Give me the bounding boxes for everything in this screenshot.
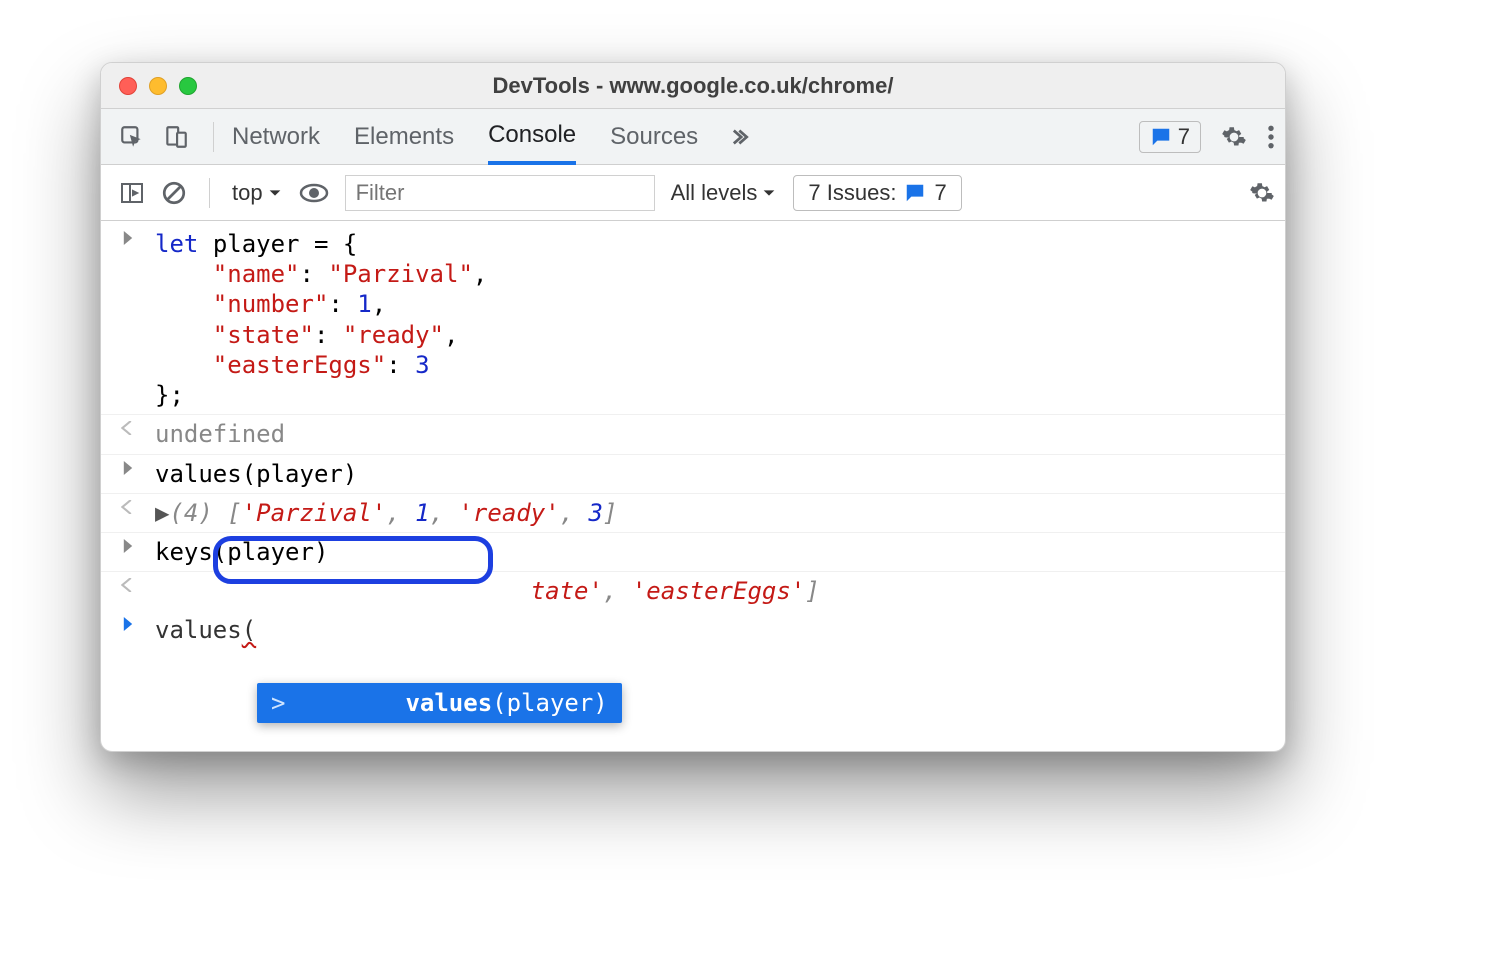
inspect-icon[interactable] — [119, 124, 145, 150]
levels-selector[interactable]: All levels — [671, 180, 778, 206]
values-call: values(player) — [155, 459, 1285, 489]
console-input-row: keys(player) — [101, 533, 1285, 572]
context-selector[interactable]: top — [232, 180, 283, 206]
keys-result[interactable]: ▶(4) ['name', 'number', 'state', 'easter… — [155, 576, 1285, 606]
console-body[interactable]: let player = { "name": "Parzival", "numb… — [101, 221, 1285, 649]
chevron-left-icon — [121, 419, 155, 449]
device-toggle-icon[interactable] — [163, 124, 189, 150]
console-output-row: undefined — [101, 415, 1285, 454]
chevron-left-icon — [121, 498, 155, 528]
window-title: DevTools - www.google.co.uk/chrome/ — [101, 73, 1285, 99]
console-output-row: ▶(4) ['Parzival', 1, 'ready', 3] — [101, 494, 1285, 533]
chevron-left-icon — [121, 576, 155, 606]
minimize-window[interactable] — [149, 77, 167, 95]
messages-badge[interactable]: 7 — [1139, 121, 1201, 153]
console-toolbar: top All levels 7 Issues: 7 — [101, 165, 1285, 221]
chevron-right-icon — [121, 537, 155, 567]
tabs: Network Elements Console Sources — [226, 109, 754, 165]
sidebar-toggle-icon[interactable] — [119, 181, 145, 205]
titlebar: DevTools - www.google.co.uk/chrome/ — [101, 63, 1285, 109]
console-output-row: ▶(4) ['name', 'number', 'state', 'easter… — [101, 572, 1285, 610]
filter-input[interactable] — [345, 175, 655, 211]
clear-console-icon[interactable] — [161, 180, 187, 206]
kebab-menu-icon[interactable] — [1267, 124, 1275, 150]
chevron-right-icon — [121, 229, 155, 410]
values-result[interactable]: ▶(4) ['Parzival', 1, 'ready', 3] — [155, 498, 1285, 528]
separator — [213, 122, 214, 152]
devtools-window: DevTools - www.google.co.uk/chrome/ Netw… — [100, 62, 1286, 752]
suggestion-marker: > — [271, 689, 285, 717]
code-let-player: let player = { "name": "Parzival", "numb… — [155, 229, 1285, 410]
tab-sources[interactable]: Sources — [610, 109, 698, 165]
messages-count: 7 — [1178, 124, 1190, 150]
expand-toggle-icon: ▶ — [155, 499, 169, 527]
prompt-chevron-icon — [121, 615, 155, 645]
tab-network[interactable]: Network — [232, 109, 320, 165]
close-window[interactable] — [119, 77, 137, 95]
settings-icon[interactable] — [1221, 124, 1247, 150]
chevron-right-icon — [121, 459, 155, 489]
more-tabs-icon[interactable] — [732, 109, 754, 165]
issues-badge[interactable]: 7 Issues: 7 — [793, 175, 961, 211]
maximize-window[interactable] — [179, 77, 197, 95]
console-settings-icon[interactable] — [1249, 180, 1275, 206]
prompt-input[interactable]: values( — [155, 615, 1285, 645]
tab-elements[interactable]: Elements — [354, 109, 454, 165]
traffic-lights — [101, 77, 197, 95]
console-input-row: values(player) — [101, 455, 1285, 494]
tab-console[interactable]: Console — [488, 109, 576, 165]
separator — [209, 178, 210, 208]
autocomplete-suggestion[interactable]: > values(player) — [257, 683, 622, 723]
main-tabstrip: Network Elements Console Sources 7 — [101, 109, 1285, 165]
console-input-row: let player = { "name": "Parzival", "numb… — [101, 221, 1285, 415]
live-expression-icon[interactable] — [299, 182, 329, 204]
keys-call: keys(player) — [155, 537, 1285, 567]
console-prompt[interactable]: values( — [101, 611, 1285, 649]
undefined-result: undefined — [155, 419, 1285, 449]
